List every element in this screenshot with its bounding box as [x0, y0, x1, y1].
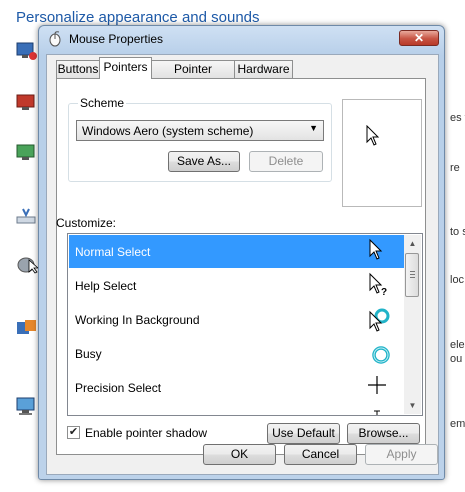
- ok-button[interactable]: OK: [203, 444, 276, 465]
- scheme-dropdown[interactable]: Windows Aero (system scheme) ▼: [76, 120, 324, 141]
- pointer-shadow-checkbox[interactable]: ✔: [67, 426, 80, 439]
- close-button[interactable]: ✕: [399, 30, 439, 46]
- cancel-button[interactable]: Cancel: [284, 444, 357, 465]
- background-text-fragment: loc: [450, 274, 465, 286]
- arrow-cursor-icon: [369, 238, 383, 260]
- scheme-label: Scheme: [78, 96, 127, 110]
- arrow-cursor-icon: [366, 125, 380, 146]
- text-select-icon: [374, 410, 380, 415]
- sounds-icon[interactable]: [15, 205, 39, 227]
- background-text-fragment: ou: [450, 353, 463, 365]
- scheme-group: Scheme Windows Aero (system scheme) ▼ Sa…: [68, 96, 332, 182]
- scheme-selected-value: Windows Aero (system scheme): [82, 124, 254, 138]
- display-resolution-icon[interactable]: [15, 395, 39, 417]
- control-panel-heading[interactable]: Personalize appearance and sounds: [16, 9, 260, 26]
- list-item[interactable]: Help Select ?: [69, 269, 404, 302]
- mouse-pointers-icon[interactable]: [15, 252, 39, 274]
- pointers-tab-panel: Scheme Windows Aero (system scheme) ▼ Sa…: [56, 78, 426, 455]
- tab-hardware[interactable]: Hardware: [234, 60, 293, 78]
- svg-text:?: ?: [381, 287, 387, 298]
- help-cursor-icon: ?: [369, 272, 387, 298]
- dialog-client-area: Buttons Pointers Pointer Options Hardwar…: [46, 54, 439, 475]
- crosshair-icon: [368, 376, 386, 394]
- list-scrollbar[interactable]: ▲ ▼: [404, 235, 421, 414]
- pointer-shadow-label[interactable]: Enable pointer shadow: [85, 426, 207, 440]
- busy-ring-icon: [372, 346, 390, 364]
- list-item[interactable]: Working In Background: [69, 303, 404, 336]
- list-item-label: Working In Background: [75, 313, 200, 327]
- list-item-label: Normal Select: [75, 245, 151, 259]
- background-text-fragment: es t: [450, 112, 465, 124]
- window-title: Mouse Properties: [69, 32, 164, 46]
- display-settings-icon[interactable]: [15, 40, 39, 62]
- save-as-button[interactable]: Save As...: [168, 151, 240, 172]
- theme-icon[interactable]: [15, 318, 39, 340]
- scroll-thumb[interactable]: [405, 253, 419, 297]
- scroll-up-icon[interactable]: ▲: [404, 235, 421, 252]
- background-text-fragment: to s: [450, 226, 465, 238]
- cursor-preview: [342, 99, 422, 207]
- title-bar[interactable]: Mouse Properties ✕: [39, 26, 444, 54]
- tab-pointer-options[interactable]: Pointer Options: [151, 60, 235, 93]
- list-item[interactable]: Busy: [69, 337, 404, 370]
- list-item-label: Help Select: [75, 279, 137, 293]
- background-text-fragment: em: [450, 418, 465, 430]
- list-item[interactable]: Normal Select: [69, 235, 404, 268]
- mouse-icon: [49, 31, 61, 47]
- apply-button[interactable]: Apply: [365, 444, 438, 465]
- list-item[interactable]: Precision Select: [69, 371, 404, 404]
- delete-button[interactable]: Delete: [249, 151, 323, 172]
- list-item[interactable]: [69, 405, 404, 415]
- tab-buttons[interactable]: Buttons: [56, 60, 100, 78]
- scroll-down-icon[interactable]: ▼: [404, 397, 421, 414]
- use-default-button[interactable]: Use Default: [267, 423, 340, 444]
- working-cursor-icon: [369, 308, 390, 332]
- desktop-background-icon[interactable]: [15, 142, 39, 164]
- chevron-down-icon: ▼: [309, 123, 318, 133]
- pointer-list[interactable]: Normal Select Help Select ? Working In B…: [67, 233, 423, 416]
- mouse-properties-window: Mouse Properties ✕ Buttons Pointers Poin…: [38, 25, 445, 480]
- background-text-fragment: ele: [450, 339, 465, 351]
- tab-pointers[interactable]: Pointers: [99, 57, 152, 79]
- background-text-fragment: re: [450, 162, 460, 174]
- list-item-label: Precision Select: [75, 381, 162, 395]
- customize-label: Customize:: [56, 216, 117, 230]
- list-item-label: Busy: [75, 347, 102, 361]
- browse-button[interactable]: Browse...: [347, 423, 420, 444]
- screen-saver-icon[interactable]: [15, 92, 39, 114]
